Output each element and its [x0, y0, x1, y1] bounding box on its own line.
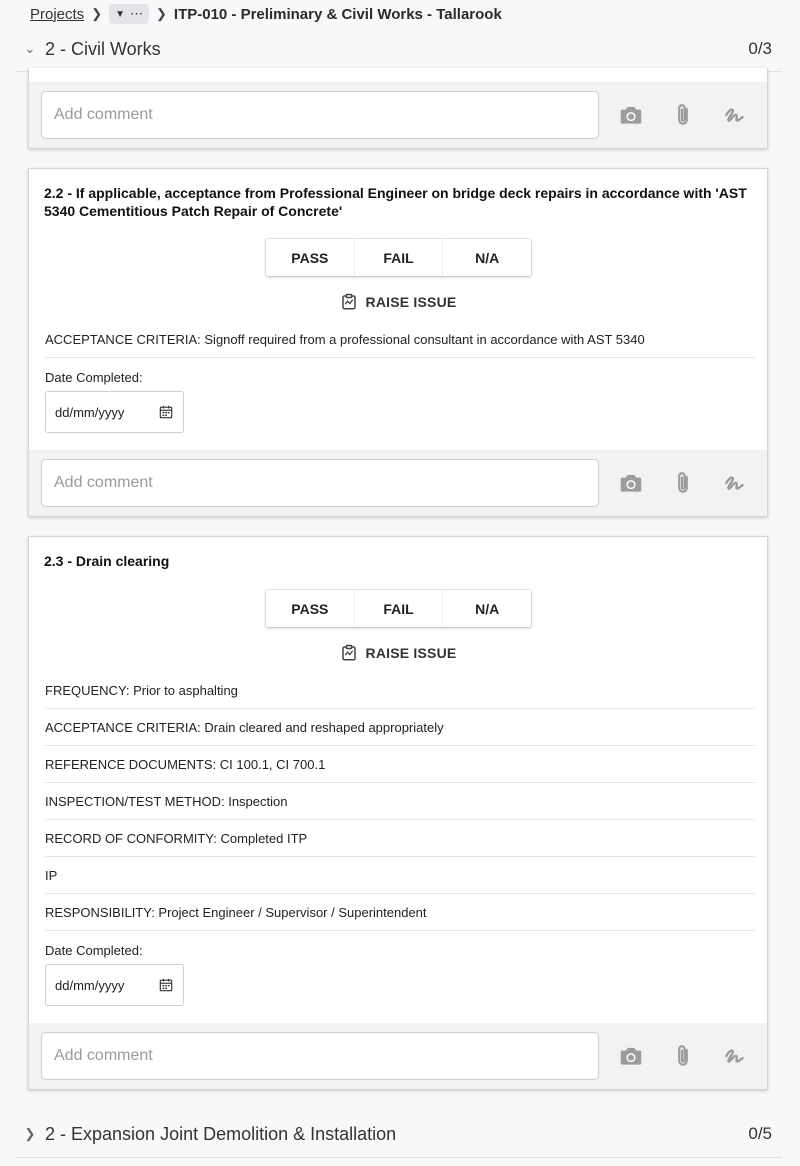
raise-issue-label: RAISE ISSUE [365, 294, 457, 310]
breadcrumb-more-button[interactable]: ▼ ⋯ [109, 4, 149, 24]
section-title: 2 - Expansion Joint Demolition & Install… [45, 1123, 397, 1144]
frequency-field: FREQUENCY: Prior to asphalting [45, 672, 755, 709]
inspection-method-field: INSPECTION/TEST METHOD: Inspection [45, 783, 755, 820]
na-button[interactable]: N/A [443, 239, 531, 276]
section-count: 0/3 [748, 39, 772, 58]
checklist-card-2-3: 2.3 - Drain clearing PASS FAIL N/A RAISE… [28, 536, 768, 1090]
pass-button[interactable]: PASS [266, 590, 355, 627]
breadcrumb-current: ITP-010 - Preliminary & Civil Works - Ta… [173, 5, 502, 23]
calendar-icon [159, 978, 173, 992]
breadcrumb: Projects ❯ ▼ ⋯ ❯ ITP-010 - Preliminary &… [30, 4, 502, 24]
calendar-icon [159, 405, 173, 419]
fail-button[interactable]: FAIL [355, 239, 444, 276]
chevron-right-icon: ❯ [24, 1126, 36, 1141]
na-button[interactable]: N/A [443, 590, 531, 627]
card-footer [29, 82, 767, 148]
reference-documents-field: REFERENCE DOCUMENTS: CI 100.1, CI 700.1 [45, 746, 755, 783]
section-count: 0/5 [748, 1124, 772, 1143]
caret-down-icon: ▼ [115, 8, 125, 20]
comment-input[interactable] [41, 459, 599, 507]
section-header-civil-works[interactable]: ⌄ 2 - Civil Works 0/3 [15, 34, 782, 64]
date-completed-input[interactable]: dd/mm/yyyy [45, 964, 184, 1006]
breadcrumb-projects-link[interactable]: Projects [30, 6, 84, 23]
more-icon: ⋯ [130, 6, 143, 21]
ip-field: IP [45, 857, 755, 894]
section-title: 2 - Civil Works [45, 38, 161, 59]
date-value: dd/mm/yyyy [55, 977, 125, 993]
chevron-down-icon: ⌄ [24, 41, 36, 56]
comment-input[interactable] [41, 1032, 599, 1080]
raise-issue-icon [341, 644, 356, 661]
camera-icon[interactable] [611, 1036, 651, 1076]
fail-button[interactable]: FAIL [355, 590, 444, 627]
card-footer [29, 1023, 767, 1089]
responsibility-field: RESPONSIBILITY: Project Engineer / Super… [45, 894, 755, 931]
camera-icon[interactable] [611, 463, 651, 503]
date-completed-label: Date Completed: [45, 943, 143, 958]
checklist-card-2-2: 2.2 - If applicable, acceptance from Pro… [28, 168, 768, 517]
date-completed-label: Date Completed: [45, 370, 143, 385]
comment-input[interactable] [41, 91, 599, 139]
card-footer [29, 450, 767, 516]
date-value: dd/mm/yyyy [55, 404, 125, 420]
signature-icon[interactable] [715, 463, 755, 503]
chevron-right-icon: ❯ [156, 6, 167, 21]
checklist-card-previous [28, 68, 768, 149]
chevron-right-icon: ❯ [91, 6, 103, 21]
raise-issue-icon [341, 293, 356, 310]
paperclip-icon[interactable] [663, 95, 703, 135]
signature-icon[interactable] [715, 95, 755, 135]
section-header-expansion-joint[interactable]: ❯ 2 - Expansion Joint Demolition & Insta… [15, 1118, 782, 1150]
acceptance-criteria-field: ACCEPTANCE CRITERIA: Signoff required fr… [45, 321, 755, 358]
item-title: 2.2 - If applicable, acceptance from Pro… [44, 185, 747, 219]
item-title: 2.3 - Drain clearing [44, 553, 170, 569]
divider [15, 1157, 782, 1158]
raise-issue-button[interactable]: RAISE ISSUE [29, 643, 767, 663]
paperclip-icon[interactable] [663, 1036, 703, 1076]
paperclip-icon[interactable] [663, 463, 703, 503]
pass-fail-na-group: PASS FAIL N/A [266, 590, 531, 627]
pass-fail-na-group: PASS FAIL N/A [266, 239, 531, 276]
pass-button[interactable]: PASS [266, 239, 355, 276]
date-completed-input[interactable]: dd/mm/yyyy [45, 391, 184, 433]
signature-icon[interactable] [715, 1036, 755, 1076]
raise-issue-label: RAISE ISSUE [365, 645, 457, 661]
raise-issue-button[interactable]: RAISE ISSUE [29, 292, 767, 312]
record-of-conformity-field: RECORD OF CONFORMITY: Completed ITP [45, 820, 755, 857]
camera-icon[interactable] [611, 95, 651, 135]
acceptance-criteria-field: ACCEPTANCE CRITERIA: Drain cleared and r… [45, 709, 755, 746]
